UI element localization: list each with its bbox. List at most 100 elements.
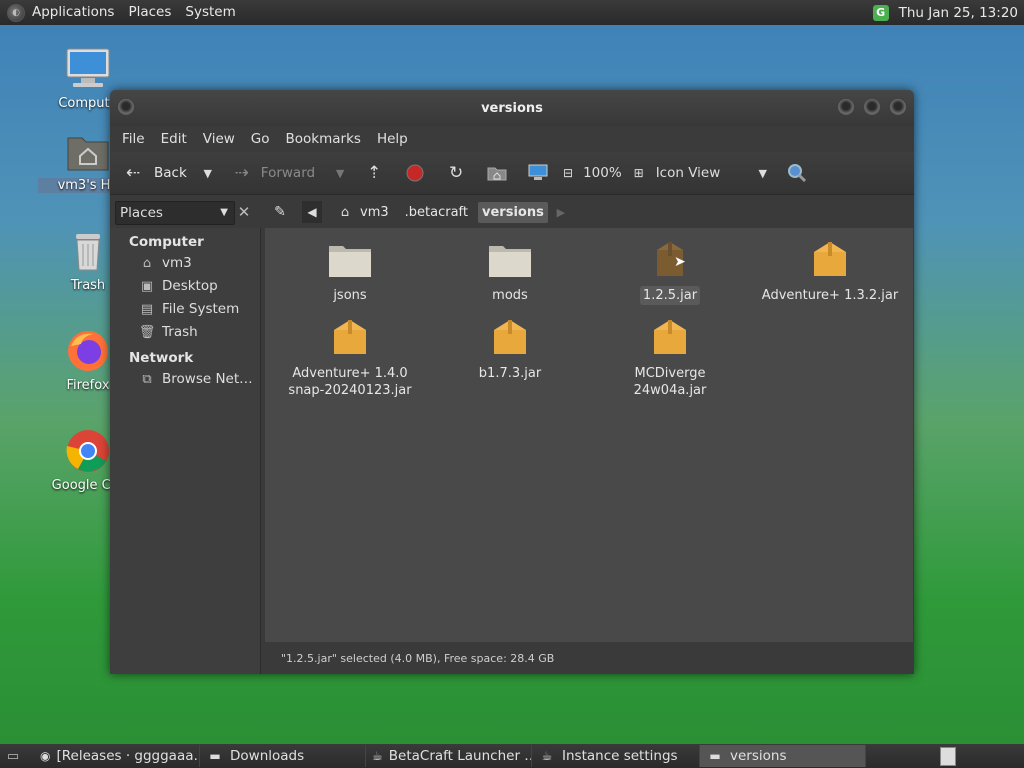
- back-history-dropdown-icon[interactable]: ▼: [197, 162, 219, 184]
- file-item-jar[interactable]: MCDiverge 24w04a.jar: [595, 318, 745, 400]
- edit-location-icon[interactable]: ✎: [270, 201, 290, 223]
- sidebar-pane-selector[interactable]: Places ▼: [115, 201, 235, 225]
- sidebar: Places ▼ ✕ Computer ⌂ vm3 ▣ Desktop ▤ Fi…: [110, 201, 261, 674]
- stop-icon[interactable]: [404, 162, 426, 184]
- zoom-in-icon[interactable]: ⊞: [628, 162, 650, 184]
- forward-label: Forward: [260, 165, 316, 181]
- menu-view[interactable]: View: [195, 131, 243, 147]
- menu-edit[interactable]: Edit: [153, 131, 195, 147]
- package-icon: [808, 240, 852, 280]
- file-name: b1.7.3.jar: [478, 366, 542, 381]
- package-icon: [488, 318, 532, 358]
- file-item-jar[interactable]: b1.7.3.jar: [435, 318, 585, 383]
- menu-go[interactable]: Go: [243, 131, 278, 147]
- forward-history-dropdown-icon[interactable]: ▼: [329, 162, 351, 184]
- sidebar-item-vm3[interactable]: ⌂ vm3: [110, 252, 260, 275]
- up-icon[interactable]: ⇡: [363, 162, 385, 184]
- view-mode-select[interactable]: Icon View: [656, 165, 752, 181]
- clock[interactable]: Thu Jan 25, 13:20: [899, 5, 1024, 21]
- sidebar-item-label: Browse Net…: [162, 371, 253, 387]
- maximize-button[interactable]: [864, 99, 880, 115]
- java-icon: ☕: [372, 749, 383, 763]
- sidebar-heading-computer: Computer: [129, 234, 204, 250]
- file-name-line1: Adventure+ 1.4.0: [292, 366, 408, 381]
- task-label: BetaCraft Launcher …: [388, 748, 532, 764]
- task-button[interactable]: ▬ Downloads: [200, 745, 366, 767]
- window-title: versions: [481, 101, 543, 116]
- file-item-folder[interactable]: jsons: [275, 240, 425, 305]
- back-arrow-icon: ⇠: [125, 163, 141, 183]
- sidebar-pane-label: Places: [120, 205, 163, 221]
- chrome-icon: [65, 428, 111, 474]
- path-scroll-left-icon[interactable]: ◀: [302, 201, 322, 223]
- workspace-switcher[interactable]: [940, 747, 956, 766]
- sidebar-item-label: vm3: [162, 255, 192, 271]
- task-label: versions: [730, 748, 787, 764]
- forward-button[interactable]: ⇢ Forward: [231, 162, 315, 184]
- file-name: mods: [492, 288, 528, 303]
- file-item-folder[interactable]: mods: [435, 240, 585, 305]
- task-button-active[interactable]: ▬ versions: [700, 745, 866, 767]
- close-button[interactable]: [890, 99, 906, 115]
- search-icon[interactable]: [786, 162, 808, 184]
- path-segment[interactable]: .betacraft: [401, 205, 472, 220]
- menu-file[interactable]: File: [114, 131, 153, 147]
- path-label: vm3: [360, 204, 389, 220]
- package-icon: ➤: [648, 240, 692, 280]
- task-button[interactable]: ◉ [Releases · ggggaaa…: [34, 745, 200, 767]
- computer-icon[interactable]: [527, 162, 549, 184]
- sidebar-item-label: File System: [162, 301, 240, 317]
- back-label: Back: [154, 165, 187, 181]
- menubar: File Edit View Go Bookmarks Help: [110, 126, 914, 152]
- file-name: Adventure+ 1.3.2.jar: [761, 288, 899, 303]
- file-item-jar[interactable]: Adventure+ 1.3.2.jar: [755, 240, 905, 305]
- distro-logo-icon[interactable]: ◐: [7, 3, 25, 22]
- menu-help[interactable]: Help: [369, 131, 416, 147]
- path-segment-current[interactable]: versions: [478, 201, 548, 223]
- file-item-jar-selected[interactable]: ➤ 1.2.5.jar: [595, 240, 745, 305]
- close-sidebar-button[interactable]: ✕: [234, 201, 254, 223]
- trash-icon: [65, 228, 111, 274]
- top-panel: ◐ Applications Places System G Thu Jan 2…: [0, 0, 1024, 25]
- sidebar-item-browse-network[interactable]: ⧉ Browse Net…: [110, 368, 260, 391]
- back-button[interactable]: ⇠ Back: [122, 162, 187, 184]
- system-menu[interactable]: System: [178, 0, 242, 25]
- firefox-icon: [65, 328, 111, 374]
- file-name-line2: snap-20240123.jar: [288, 383, 412, 398]
- path-segment-home[interactable]: ⌂ vm3: [328, 201, 395, 223]
- task-button[interactable]: ☕ Instance settings: [532, 745, 700, 767]
- window-menu-button[interactable]: [118, 99, 134, 115]
- computer-icon: [65, 46, 111, 92]
- home-icon: ⌂: [142, 255, 152, 271]
- menu-bookmarks[interactable]: Bookmarks: [278, 131, 369, 147]
- trash-icon: 🗑: [138, 324, 156, 340]
- minimize-button[interactable]: [838, 99, 854, 115]
- home-icon[interactable]: [486, 162, 508, 184]
- file-item-jar[interactable]: Adventure+ 1.4.0 snap-20240123.jar: [275, 318, 425, 400]
- reload-icon[interactable]: ↻: [445, 162, 467, 184]
- show-desktop-icon[interactable]: ▭: [0, 745, 26, 767]
- folder-icon: ▬: [209, 749, 221, 763]
- applications-menu[interactable]: Applications: [25, 0, 121, 25]
- mouse-cursor-icon: ➤: [674, 254, 686, 270]
- status-bar: "1.2.5.jar" selected (4.0 MB), Free spac…: [265, 644, 913, 674]
- window-titlebar[interactable]: versions: [110, 90, 914, 126]
- places-menu[interactable]: Places: [121, 0, 178, 25]
- task-button[interactable]: ☕ BetaCraft Launcher …: [366, 745, 532, 767]
- file-name: jsons: [333, 288, 367, 303]
- path-scroll-right-icon[interactable]: ▶: [550, 201, 572, 223]
- file-name: 1.2.5.jar: [639, 286, 701, 305]
- network-icon: ⧉: [142, 371, 152, 387]
- sidebar-item-file-system[interactable]: ▤ File System: [110, 298, 260, 321]
- sidebar-item-desktop[interactable]: ▣ Desktop: [110, 275, 260, 298]
- sidebar-item-trash[interactable]: 🗑 Trash: [110, 321, 260, 344]
- zoom-out-icon[interactable]: ⊟: [557, 162, 579, 184]
- view-mode-dropdown-icon[interactable]: ▼: [752, 162, 774, 184]
- chrome-icon: ◉: [40, 749, 51, 763]
- sidebar-heading-network: Network: [129, 350, 194, 366]
- update-manager-icon[interactable]: G: [872, 4, 889, 21]
- file-view[interactable]: jsons mods ➤ 1.2.5.jar Adventure+ 1.3.2.…: [265, 228, 913, 642]
- chevron-down-icon: ▼: [220, 207, 228, 218]
- forward-arrow-icon: ⇢: [234, 163, 249, 183]
- folder-icon: ▬: [709, 749, 721, 763]
